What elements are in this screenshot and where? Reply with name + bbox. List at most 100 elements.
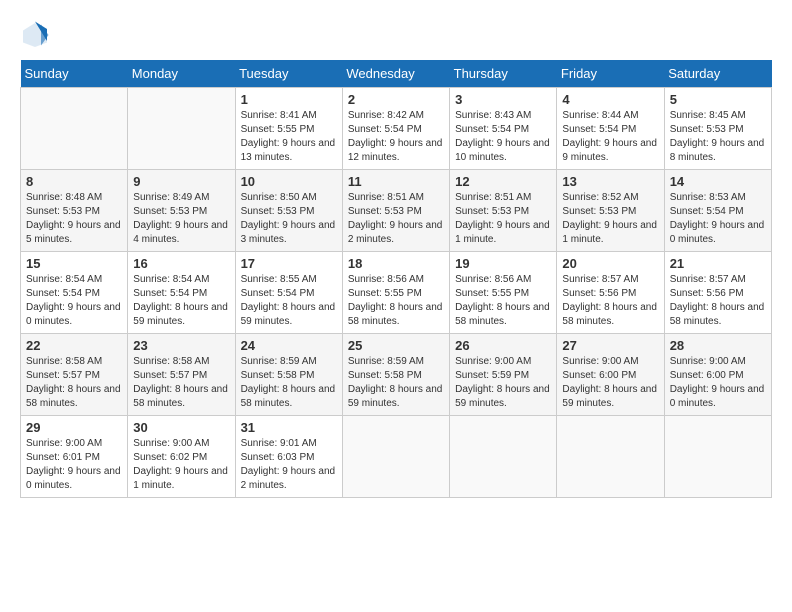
- day-number: 4: [562, 92, 658, 107]
- day-number: 13: [562, 174, 658, 189]
- calendar-week-row: 22Sunrise: 8:58 AMSunset: 5:57 PMDayligh…: [21, 334, 772, 416]
- logo: [20, 20, 54, 50]
- day-info: Sunrise: 8:49 AMSunset: 5:53 PMDaylight:…: [133, 191, 229, 247]
- calendar-week-row: 8 Sunrise: 8:48 AMSunset: 5:53 PMDaylight…: [21, 170, 772, 252]
- calendar-day-cell: 14 Sunrise: 8:53 AMSunset: 5:54 PMDayligh…: [664, 170, 771, 252]
- day-number: 11: [348, 174, 444, 189]
- day-number: 5: [670, 92, 766, 107]
- day-info: Sunrise: 8:57 AMSunset: 5:56 PMDaylight:…: [670, 273, 766, 329]
- day-number: 18: [348, 256, 444, 271]
- day-info: Sunrise: 9:00 AMSunset: 5:59 PMDaylight:…: [455, 355, 551, 411]
- calendar-day-cell: 21 Sunrise: 8:57 AMSunset: 5:56 PMDayligh…: [664, 252, 771, 334]
- calendar-day-cell: [557, 416, 664, 498]
- calendar-day-cell: 18 Sunrise: 8:56 AMSunset: 5:55 PMDayligh…: [342, 252, 449, 334]
- day-number: 14: [670, 174, 766, 189]
- day-number: 27: [562, 338, 658, 353]
- calendar-day-cell: 24Sunrise: 8:59 AMSunset: 5:58 PMDayligh…: [235, 334, 342, 416]
- calendar-day-cell: 25 Sunrise: 8:59 AMSunset: 5:58 PMDayligh…: [342, 334, 449, 416]
- calendar-week-row: 15 Sunrise: 8:54 AMSunset: 5:54 PMDayligh…: [21, 252, 772, 334]
- calendar-week-row: 1 Sunrise: 8:41 AMSunset: 5:55 PMDaylight…: [21, 88, 772, 170]
- weekday-header: Wednesday: [342, 60, 449, 88]
- calendar-week-row: 29 Sunrise: 9:00 AMSunset: 6:01 PMDayligh…: [21, 416, 772, 498]
- day-info: Sunrise: 9:00 AMSunset: 6:00 PMDaylight:…: [670, 355, 766, 411]
- calendar-day-cell: 8 Sunrise: 8:48 AMSunset: 5:53 PMDaylight…: [21, 170, 128, 252]
- calendar-day-cell: [342, 416, 449, 498]
- day-info: Sunrise: 8:56 AMSunset: 5:55 PMDaylight:…: [348, 273, 444, 329]
- weekday-header: Sunday: [21, 60, 128, 88]
- day-number: 29: [26, 420, 122, 435]
- day-number: 17: [241, 256, 337, 271]
- logo-icon: [20, 20, 50, 50]
- day-info: Sunrise: 9:00 AMSunset: 6:00 PMDaylight:…: [562, 355, 658, 411]
- day-info: Sunrise: 8:56 AMSunset: 5:55 PMDaylight:…: [455, 273, 551, 329]
- calendar-day-cell: 30 Sunrise: 9:00 AMSunset: 6:02 PMDayligh…: [128, 416, 235, 498]
- day-info: Sunrise: 8:58 AMSunset: 5:57 PMDaylight:…: [133, 355, 229, 411]
- calendar-day-cell: 27 Sunrise: 9:00 AMSunset: 6:00 PMDayligh…: [557, 334, 664, 416]
- day-number: 8: [26, 174, 122, 189]
- day-info: Sunrise: 9:01 AMSunset: 6:03 PMDaylight:…: [241, 437, 337, 493]
- day-number: 23: [133, 338, 229, 353]
- calendar-day-cell: 17Sunrise: 8:55 AMSunset: 5:54 PMDayligh…: [235, 252, 342, 334]
- day-info: Sunrise: 9:00 AMSunset: 6:02 PMDaylight:…: [133, 437, 229, 493]
- weekday-header: Thursday: [450, 60, 557, 88]
- day-number: 12: [455, 174, 551, 189]
- weekday-header: Saturday: [664, 60, 771, 88]
- day-number: 30: [133, 420, 229, 435]
- day-number: 10: [241, 174, 337, 189]
- day-number: 1: [241, 92, 337, 107]
- calendar-day-cell: [450, 416, 557, 498]
- day-info: Sunrise: 8:45 AMSunset: 5:53 PMDaylight:…: [670, 109, 766, 165]
- weekday-header: Tuesday: [235, 60, 342, 88]
- calendar-day-cell: 1 Sunrise: 8:41 AMSunset: 5:55 PMDaylight…: [235, 88, 342, 170]
- day-number: 9: [133, 174, 229, 189]
- day-info: Sunrise: 8:59 AMSunset: 5:58 PMDaylight:…: [348, 355, 444, 411]
- calendar-day-cell: 20Sunrise: 8:57 AMSunset: 5:56 PMDayligh…: [557, 252, 664, 334]
- day-info: Sunrise: 8:54 AMSunset: 5:54 PMDaylight:…: [133, 273, 229, 329]
- day-info: Sunrise: 8:51 AMSunset: 5:53 PMDaylight:…: [348, 191, 444, 247]
- day-number: 15: [26, 256, 122, 271]
- day-number: 21: [670, 256, 766, 271]
- day-number: 25: [348, 338, 444, 353]
- day-info: Sunrise: 8:43 AMSunset: 5:54 PMDaylight:…: [455, 109, 551, 165]
- calendar-day-cell: 15 Sunrise: 8:54 AMSunset: 5:54 PMDayligh…: [21, 252, 128, 334]
- day-number: 28: [670, 338, 766, 353]
- day-info: Sunrise: 8:48 AMSunset: 5:53 PMDaylight:…: [26, 191, 122, 247]
- day-info: Sunrise: 8:41 AMSunset: 5:55 PMDaylight:…: [241, 109, 337, 165]
- calendar-day-cell: 4Sunrise: 8:44 AMSunset: 5:54 PMDaylight…: [557, 88, 664, 170]
- day-info: Sunrise: 8:42 AMSunset: 5:54 PMDaylight:…: [348, 109, 444, 165]
- calendar-day-cell: 12Sunrise: 8:51 AMSunset: 5:53 PMDayligh…: [450, 170, 557, 252]
- day-info: Sunrise: 8:53 AMSunset: 5:54 PMDaylight:…: [670, 191, 766, 247]
- day-number: 19: [455, 256, 551, 271]
- weekday-header: Friday: [557, 60, 664, 88]
- day-number: 20: [562, 256, 658, 271]
- day-number: 2: [348, 92, 444, 107]
- day-info: Sunrise: 9:00 AMSunset: 6:01 PMDaylight:…: [26, 437, 122, 493]
- calendar-day-cell: 2 Sunrise: 8:42 AMSunset: 5:54 PMDaylight…: [342, 88, 449, 170]
- calendar-day-cell: 22Sunrise: 8:58 AMSunset: 5:57 PMDayligh…: [21, 334, 128, 416]
- calendar-day-cell: 23 Sunrise: 8:58 AMSunset: 5:57 PMDayligh…: [128, 334, 235, 416]
- calendar-day-cell: 5 Sunrise: 8:45 AMSunset: 5:53 PMDaylight…: [664, 88, 771, 170]
- page-header: [20, 20, 772, 50]
- calendar-day-cell: 29 Sunrise: 9:00 AMSunset: 6:01 PMDayligh…: [21, 416, 128, 498]
- calendar-day-cell: 3 Sunrise: 8:43 AMSunset: 5:54 PMDaylight…: [450, 88, 557, 170]
- day-number: 26: [455, 338, 551, 353]
- calendar-day-cell: 11 Sunrise: 8:51 AMSunset: 5:53 PMDayligh…: [342, 170, 449, 252]
- calendar-day-cell: [128, 88, 235, 170]
- calendar-day-cell: 26 Sunrise: 9:00 AMSunset: 5:59 PMDayligh…: [450, 334, 557, 416]
- calendar-day-cell: 13 Sunrise: 8:52 AMSunset: 5:53 PMDayligh…: [557, 170, 664, 252]
- calendar-day-cell: 28 Sunrise: 9:00 AMSunset: 6:00 PMDayligh…: [664, 334, 771, 416]
- calendar-table: SundayMondayTuesdayWednesdayThursdayFrid…: [20, 60, 772, 498]
- day-info: Sunrise: 8:58 AMSunset: 5:57 PMDaylight:…: [26, 355, 122, 411]
- day-info: Sunrise: 8:50 AMSunset: 5:53 PMDaylight:…: [241, 191, 337, 247]
- calendar-day-cell: [21, 88, 128, 170]
- calendar-day-cell: 19 Sunrise: 8:56 AMSunset: 5:55 PMDayligh…: [450, 252, 557, 334]
- day-info: Sunrise: 8:59 AMSunset: 5:58 PMDaylight:…: [241, 355, 337, 411]
- calendar-day-cell: [664, 416, 771, 498]
- day-number: 3: [455, 92, 551, 107]
- day-number: 16: [133, 256, 229, 271]
- calendar-day-cell: 9 Sunrise: 8:49 AMSunset: 5:53 PMDaylight…: [128, 170, 235, 252]
- weekday-header-row: SundayMondayTuesdayWednesdayThursdayFrid…: [21, 60, 772, 88]
- day-info: Sunrise: 8:54 AMSunset: 5:54 PMDaylight:…: [26, 273, 122, 329]
- day-info: Sunrise: 8:52 AMSunset: 5:53 PMDaylight:…: [562, 191, 658, 247]
- calendar-day-cell: 10 Sunrise: 8:50 AMSunset: 5:53 PMDayligh…: [235, 170, 342, 252]
